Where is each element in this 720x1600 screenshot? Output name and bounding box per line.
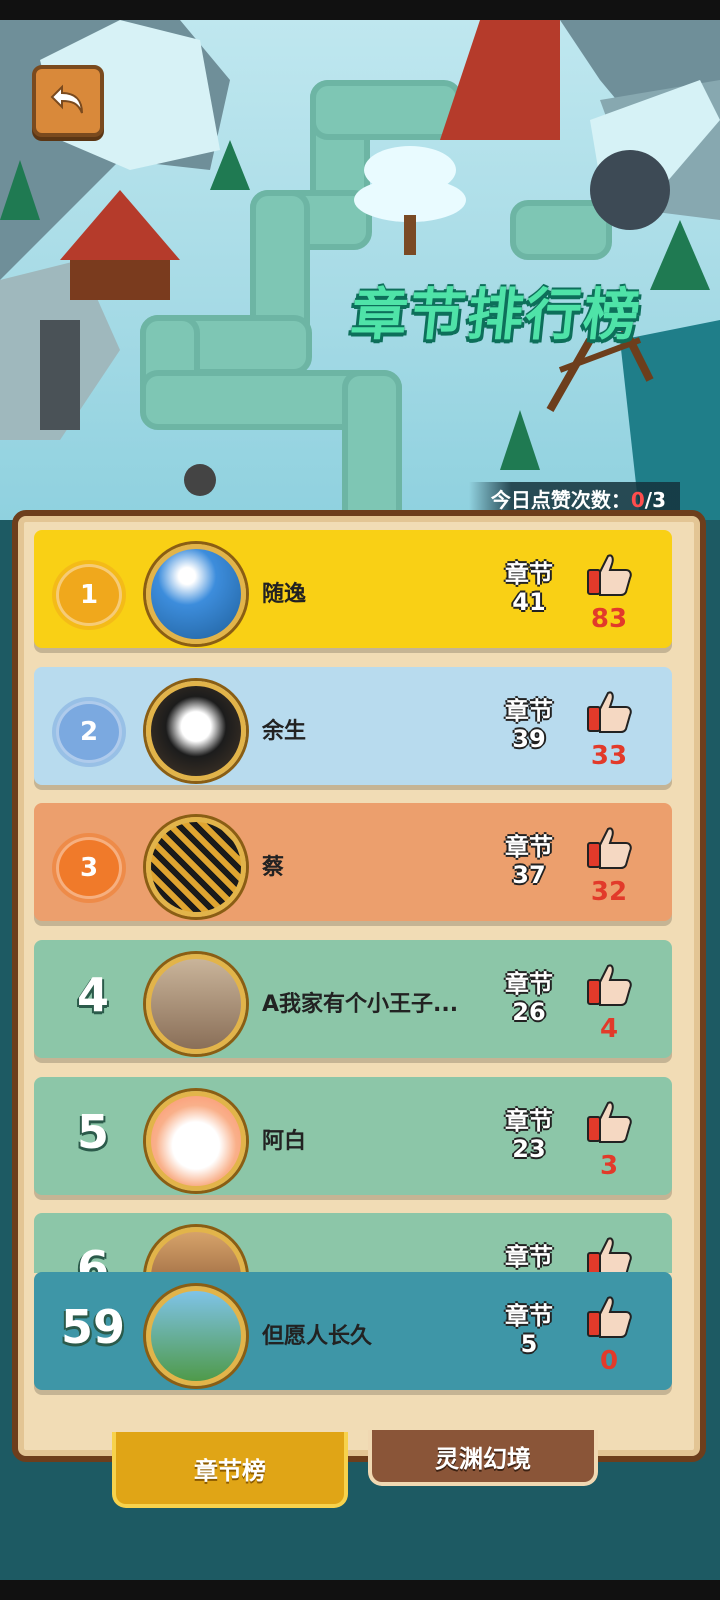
my-rank-row[interactable]: 59 但愿人长久 章节 5 0 — [34, 1272, 672, 1390]
player-name: 阿白 — [262, 1129, 307, 1154]
avatar[interactable] — [146, 681, 246, 781]
chapter-label: 章节 — [505, 1302, 553, 1330]
chapter-info: 章节 39 — [494, 697, 564, 753]
tab-chapter-ranking[interactable]: 章节榜 — [112, 1432, 348, 1508]
chapter-value: 39 — [512, 725, 546, 753]
page-title: 章节排行榜 — [348, 283, 645, 348]
leaderboard-row[interactable]: 1 随逸 章节 41 83 — [34, 530, 672, 648]
avatar[interactable] — [146, 954, 246, 1054]
player-name: A我家有个小王子... — [262, 992, 459, 1017]
player-name: 蔡 — [262, 855, 285, 880]
daily-likes-used: 0 — [630, 488, 645, 512]
like-count: 32 — [590, 877, 628, 907]
avatar[interactable] — [146, 817, 246, 917]
like-count: 3 — [599, 1151, 619, 1181]
chapter-label: 章节 — [505, 1243, 553, 1271]
chapter-info: 章节 — [494, 1243, 564, 1271]
rank-number: 4 — [76, 968, 109, 1022]
avatar[interactable] — [146, 1227, 246, 1273]
back-arrow-icon — [50, 84, 83, 114]
rank-medal-icon: 2 — [56, 701, 122, 763]
rank-number: 1 — [79, 580, 99, 610]
chapter-info: 章节 37 — [494, 833, 564, 889]
chapter-value: 26 — [512, 998, 546, 1026]
like-count: 33 — [590, 741, 628, 771]
back-button[interactable] — [32, 65, 104, 137]
thumbs-up-icon[interactable] — [586, 687, 634, 735]
chapter-label: 章节 — [505, 970, 553, 998]
avatar[interactable] — [146, 1091, 246, 1191]
rank-number: 2 — [79, 717, 99, 747]
chapter-label: 章节 — [505, 1107, 553, 1135]
avatar[interactable] — [146, 1286, 246, 1386]
chapter-info: 章节 26 — [494, 970, 564, 1026]
like-count: 0 — [599, 1346, 619, 1376]
chapter-label: 章节 — [505, 560, 553, 588]
nav-bar — [0, 1580, 720, 1600]
leaderboard-row[interactable]: 3 蔡 章节 37 32 — [34, 803, 672, 921]
rank-number: 6 — [76, 1241, 109, 1273]
like-count: 4 — [599, 1014, 619, 1044]
player-name: 余生 — [262, 719, 307, 744]
leaderboard-row[interactable]: 4 A我家有个小王子... 章节 26 4 — [34, 940, 672, 1058]
leaderboard-row[interactable]: 5 阿白 章节 23 3 — [34, 1077, 672, 1195]
thumbs-up-icon[interactable] — [586, 960, 634, 1008]
chapter-info: 章节 23 — [494, 1107, 564, 1163]
chapter-info: 章节 5 — [494, 1302, 564, 1358]
chapter-value: 37 — [512, 861, 546, 889]
daily-likes-total: /3 — [644, 488, 666, 512]
rank-medal-icon: 1 — [56, 564, 122, 626]
daily-likes-label: 今日点赞次数： — [490, 488, 631, 512]
leaderboard-row[interactable]: 6 章节 — [34, 1213, 672, 1273]
thumbs-up-icon[interactable] — [586, 823, 634, 871]
map-background: 章节排行榜 今日点赞次数：0/3 — [0, 20, 720, 520]
rank-number: 59 — [60, 1300, 125, 1354]
chapter-info: 章节 41 — [494, 560, 564, 616]
thumbs-up-icon[interactable] — [586, 550, 634, 598]
like-count: 83 — [590, 604, 628, 634]
thumbs-up-icon[interactable] — [586, 1233, 634, 1273]
avatar[interactable] — [146, 544, 246, 644]
player-name: 但愿人长久 — [262, 1324, 373, 1349]
rank-medal-icon: 3 — [56, 837, 122, 899]
rank-number: 5 — [76, 1105, 109, 1159]
rank-number: 3 — [79, 853, 99, 883]
chapter-label: 章节 — [505, 697, 553, 725]
chapter-label: 章节 — [505, 833, 553, 861]
chapter-value: 23 — [512, 1135, 546, 1163]
player-name: 随逸 — [262, 582, 307, 607]
tab-realm-ranking[interactable]: 灵渊幻境 — [368, 1430, 598, 1486]
chapter-value: 5 — [520, 1330, 538, 1358]
chapter-value: 41 — [512, 588, 546, 616]
thumbs-up-icon[interactable] — [586, 1292, 634, 1340]
thumbs-up-icon[interactable] — [586, 1097, 634, 1145]
leaderboard-row[interactable]: 2 余生 章节 39 33 — [34, 667, 672, 785]
status-bar — [0, 0, 720, 20]
